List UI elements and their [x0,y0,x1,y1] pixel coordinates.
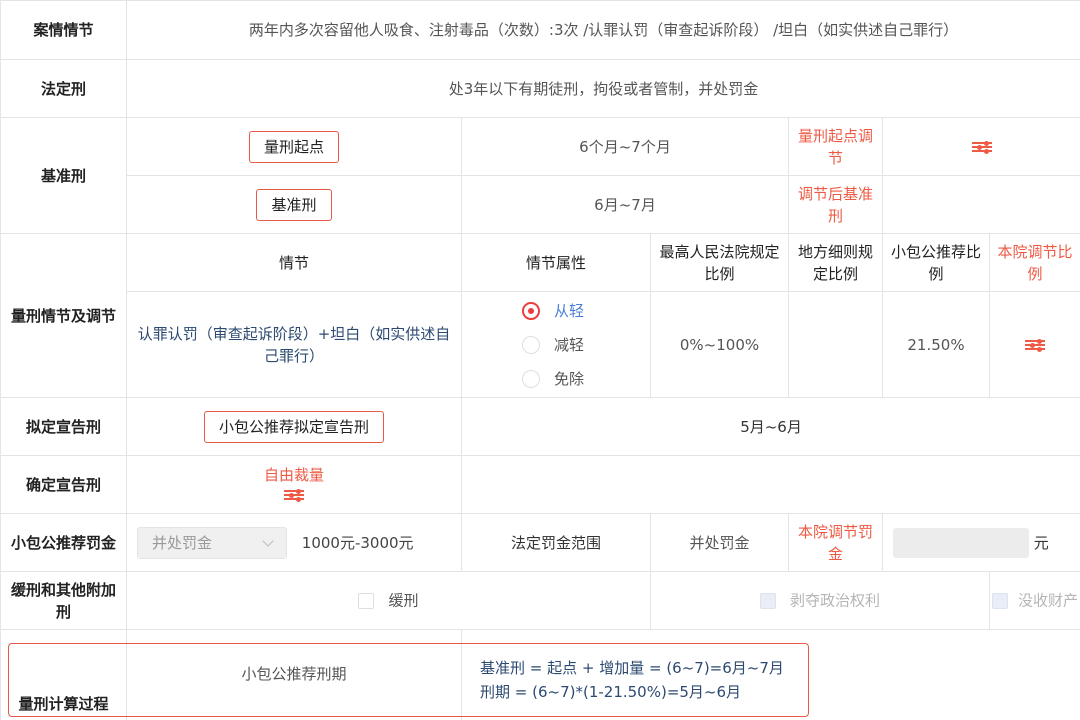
radio-option-mitigated[interactable]: 减轻 [462,328,650,362]
calculation-line-term: 刑期 = (6~7)*(1-21.50%)=5月~6月 [480,682,742,701]
calculation-formula-cell: 基准刑 = 起点 + 增加量 = (6~7)=6月~7月 刑期 = (6~7)*… [460,629,1080,720]
radio-button-lighter[interactable] [522,301,540,320]
proposed-sentence-value: 5月~6月 [460,397,1080,456]
confiscate-property-checkbox[interactable] [992,592,1008,609]
col-header-local-ratio: 地方细则规定比例 [788,233,883,292]
base-button-cell: 基准刑 [126,175,462,234]
court-fine-input[interactable] [893,527,1029,558]
col-header-spc-ratio: 最高人民法院规定比例 [650,233,789,292]
radio-option-lighter[interactable]: 从轻 [462,294,650,328]
sliders-adjust-icon[interactable] [971,140,992,154]
probation-option-cell: 缓刑 [126,571,651,630]
fine-label: 小包公推荐罚金 [0,513,127,572]
sliders-adjust-icon[interactable] [1025,338,1046,352]
sentencing-table: 案情情节 两年内多次容留他人吸食、注射毒品（次数）:3次 /认罪认罚（审查起诉阶… [0,0,1080,720]
case-facts-value: 两年内多次容留他人吸食、注射毒品（次数）:3次 /认罪认罚（审查起诉阶段） /坦… [125,0,1080,60]
confiscate-property-label: 没收财产 [1018,591,1079,610]
proposed-sentence-row: 拟定宣告刑 小包公推荐拟定宣告刑 5月~6月 [0,397,1080,456]
radio-label-mitigated: 减轻 [554,335,585,354]
radio-button-mitigated[interactable] [522,335,540,354]
radio-option-exempt[interactable]: 免除 [462,362,650,396]
start-adjust-cell [881,117,1080,176]
sentencing-start-button[interactable]: 量刑起点 [248,130,339,163]
probation-checkbox-label: 缓刑 [388,591,419,610]
radio-button-exempt[interactable] [522,369,540,388]
statutory-penalty-label: 法定刑 [0,59,127,118]
case-facts-row: 案情情节 两年内多次容留他人吸食、注射毒品（次数）:3次 /认罪认罚（审查起诉阶… [0,0,1080,60]
circumstance-data-row: 认罪认罚（审查起诉阶段）+坦白（如实供述自己罪行） 从轻 减轻 免除 0%~10… [1,291,1080,398]
start-range-value: 6个月~7个月 [461,117,789,176]
col-header-court-ratio: 本院调节比例 [988,233,1080,292]
discretion-label: 自由裁量 [263,465,324,484]
circumstances-header-row: 量刑情节及调节 情节 情节属性 最高人民法院规定比例 地方细则规定比例 小包公推… [0,233,1080,398]
chevron-down-icon [262,534,274,547]
adjusted-base-label: 调节后基准刑 [788,175,883,234]
circumstances-label: 量刑情节及调节 [0,233,127,398]
statutory-fine-value: 并处罚金 [650,513,789,572]
calculation-row: 量刑计算过程 小包公推荐刑期 基准刑 = 起点 + 增加量 = (6~7)=6月… [0,629,1080,720]
recommended-ratio-value: 21.50% [882,291,990,398]
discretion-cell: 自由裁量 [126,455,462,514]
probation-checkbox[interactable] [358,592,375,609]
fine-type-select[interactable]: 并处罚金 [137,526,287,559]
attribute-radio-group: 从轻 减轻 免除 [461,291,651,398]
confirmed-sentence-row: 确定宣告刑 自由裁量 [0,455,1080,514]
spc-ratio-value: 0%~100% [650,291,789,398]
confiscation-option-cell: 没收财产 [988,571,1080,630]
radio-label-lighter: 从轻 [554,301,585,320]
proposed-sentence-label: 拟定宣告刑 [0,397,127,456]
court-fine-cell: 元 [881,513,1080,572]
calculation-label-cell: 量刑计算过程 [0,629,127,720]
base-start-row: 基准刑 量刑起点 6个月~7个月 量刑起点调节 [0,117,1080,234]
court-fine-label: 本院调节罚金 [788,513,883,572]
fine-range-text: 1000元-3000元 [301,533,414,552]
probation-label: 缓刑和其他附加刑 [0,571,127,630]
base-penalty-label: 基准刑 [0,117,127,234]
confirmed-sentence-label: 确定宣告刑 [0,455,127,514]
sliders-adjust-icon[interactable] [284,488,304,502]
start-adjust-label: 量刑起点调节 [788,117,883,176]
statutory-fine-label: 法定罚金范围 [461,513,651,572]
base-range-value: 6月~7月 [461,175,789,234]
case-facts-label: 案情情节 [0,0,127,60]
base-penalty-row: 基准刑 6月~7月 调节后基准刑 [1,175,1080,234]
col-header-attribute: 情节属性 [461,233,651,292]
circumstance-text: 认罪认罚（审查起诉阶段）+坦白（如实供述自己罪行） [126,291,462,398]
fine-unit: 元 [1033,533,1049,552]
local-ratio-value [788,291,883,398]
statutory-penalty-row: 法定刑 处3年以下有期徒刑，拘役或者管制，并处罚金 [0,59,1080,118]
confirmed-sentence-value [460,455,1080,514]
col-header-circumstance: 情节 [126,233,462,292]
fine-select-value: 并处罚金 [152,533,213,552]
statutory-penalty-value: 处3年以下有期徒刑，拘役或者管制，并处罚金 [125,59,1080,118]
recommend-proposed-sentence-button[interactable]: 小包公推荐拟定宣告刑 [203,410,384,443]
calculation-label: 量刑计算过程 [18,695,109,713]
fine-row: 小包公推荐罚金 并处罚金 1000元-3000元 法定罚金范围 并处罚金 本院调… [0,513,1080,572]
deprive-political-rights-label: 剥夺政治权利 [789,591,880,610]
col-header-recommended-ratio: 小包公推荐比例 [882,233,990,292]
base-penalty-button[interactable]: 基准刑 [256,188,332,221]
deprive-rights-option-cell: 剥夺政治权利 [650,571,990,630]
court-ratio-cell [988,291,1080,398]
calculation-sub-label: 小包公推荐刑期 [126,629,462,720]
radio-label-exempt: 免除 [554,369,585,388]
fine-select-cell: 并处罚金 1000元-3000元 [126,513,462,572]
adjusted-base-value [881,175,1080,234]
start-button-cell: 量刑起点 [126,117,462,176]
probation-row: 缓刑和其他附加刑 缓刑 剥夺政治权利 没收财产 [0,571,1080,630]
proposed-button-cell: 小包公推荐拟定宣告刑 [126,397,462,456]
calculation-line-base: 基准刑 = 起点 + 增加量 = (6~7)=6月~7月 [480,658,784,677]
deprive-political-rights-checkbox[interactable] [759,592,776,609]
